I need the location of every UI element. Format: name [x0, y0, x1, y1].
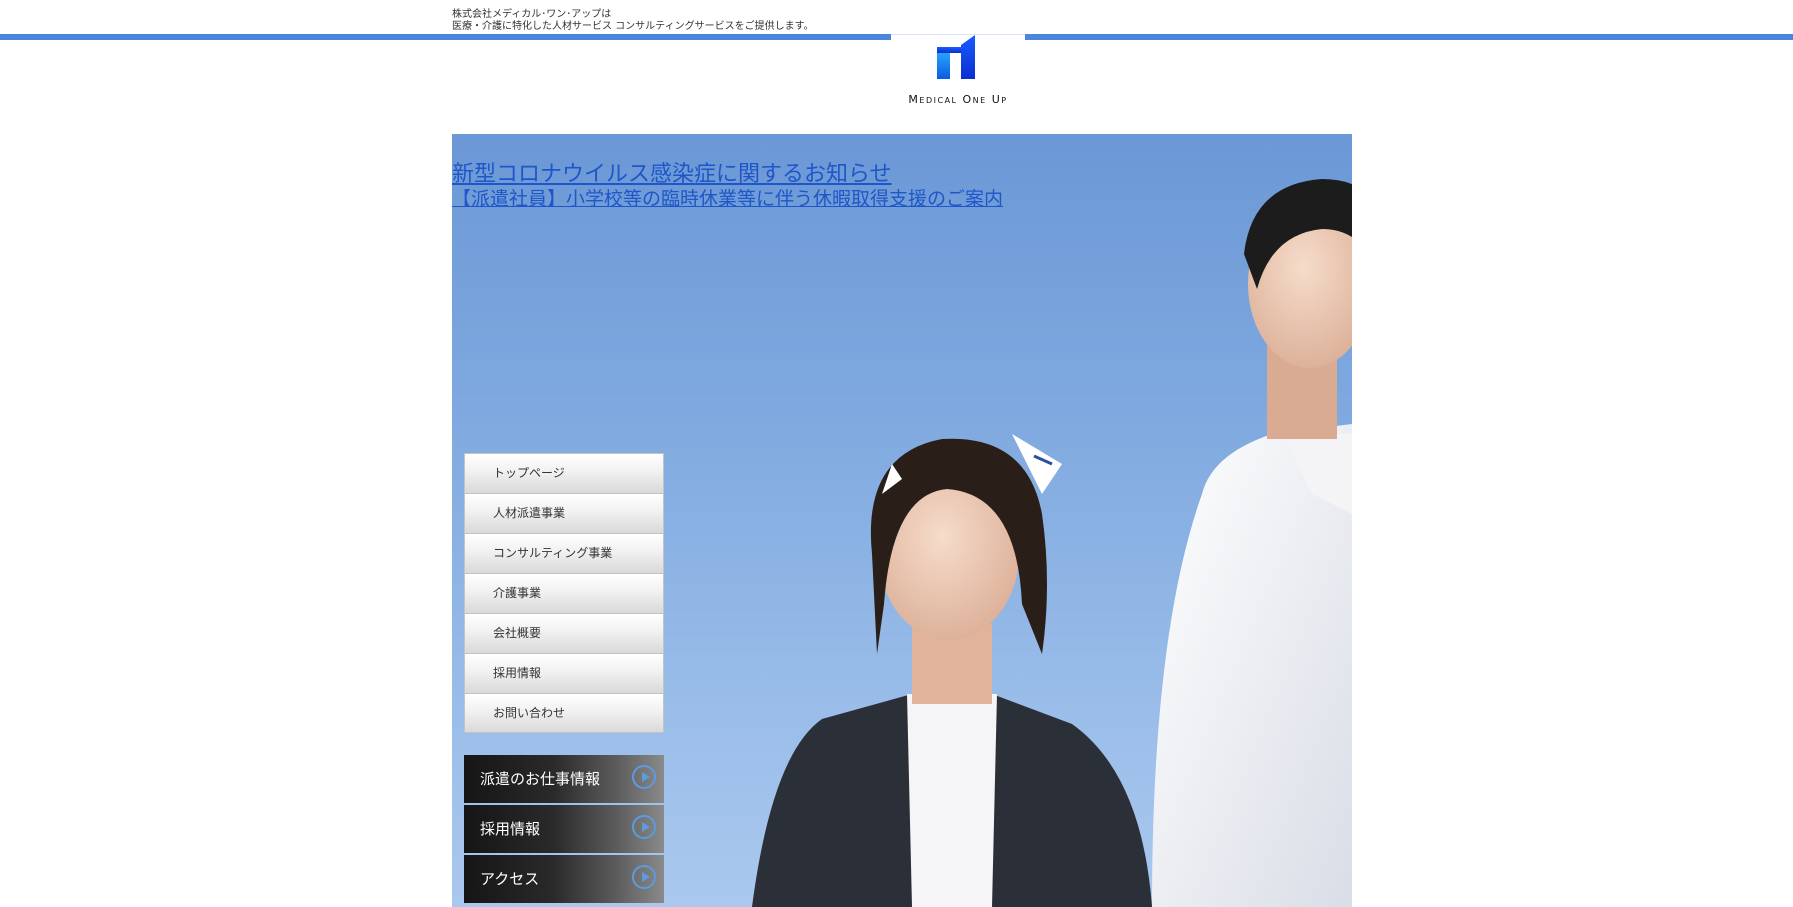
- banner-list: 派遣のお仕事情報 採用情報 アクセス: [464, 755, 664, 905]
- banner-access[interactable]: アクセス: [464, 855, 664, 903]
- notice-link-covid[interactable]: 新型コロナウイルス感染症に関するお知らせ: [452, 162, 1152, 188]
- play-circle-icon: [632, 765, 656, 789]
- hero-section: 新型コロナウイルス感染症に関するお知らせ 【派遣社員】小学校等の臨時休業等に伴う…: [452, 134, 1352, 907]
- menu-item-top[interactable]: トップページ: [464, 453, 664, 493]
- tagline-line-1: 株式会社メディカル･ワン･アップは: [452, 9, 612, 20]
- banner-recruit[interactable]: 採用情報: [464, 805, 664, 853]
- header-tagline: 株式会社メディカル･ワン･アップは 医療・介護に特化した人材サービス コンサルテ…: [452, 9, 814, 33]
- side-menu: トップページ 人材派遣事業 コンサルティング事業 介護事業 会社概要 採用情報 …: [464, 453, 664, 733]
- menu-item-staffing[interactable]: 人材派遣事業: [464, 493, 664, 533]
- menu-item-care[interactable]: 介護事業: [464, 573, 664, 613]
- logo-text: Medical One Up: [908, 93, 1008, 106]
- notice-link-leave-support[interactable]: 【派遣社員】小学校等の臨時休業等に伴う休暇取得支援のご案内: [452, 188, 1152, 210]
- banner-dispatch-jobs[interactable]: 派遣のお仕事情報: [464, 755, 664, 803]
- site-logo[interactable]: Medical One Up: [891, 34, 1025, 111]
- logo-mark-icon: [937, 35, 975, 79]
- tagline-line-2: 医療・介護に特化した人材サービス コンサルティングサービスをご提供します。: [452, 21, 814, 32]
- menu-item-consulting[interactable]: コンサルティング事業: [464, 533, 664, 573]
- menu-item-company[interactable]: 会社概要: [464, 613, 664, 653]
- play-circle-icon: [632, 815, 656, 839]
- banner-label: 採用情報: [480, 820, 541, 838]
- play-circle-icon: [632, 865, 656, 889]
- banner-label: アクセス: [480, 870, 540, 888]
- banner-label: 派遣のお仕事情報: [480, 770, 601, 788]
- page: 株式会社メディカル･ワン･アップは 医療・介護に特化した人材サービス コンサルテ…: [0, 0, 1793, 907]
- menu-item-contact[interactable]: お問い合わせ: [464, 693, 664, 733]
- menu-item-recruit[interactable]: 採用情報: [464, 653, 664, 693]
- notice-list: 新型コロナウイルス感染症に関するお知らせ 【派遣社員】小学校等の臨時休業等に伴う…: [452, 162, 1152, 210]
